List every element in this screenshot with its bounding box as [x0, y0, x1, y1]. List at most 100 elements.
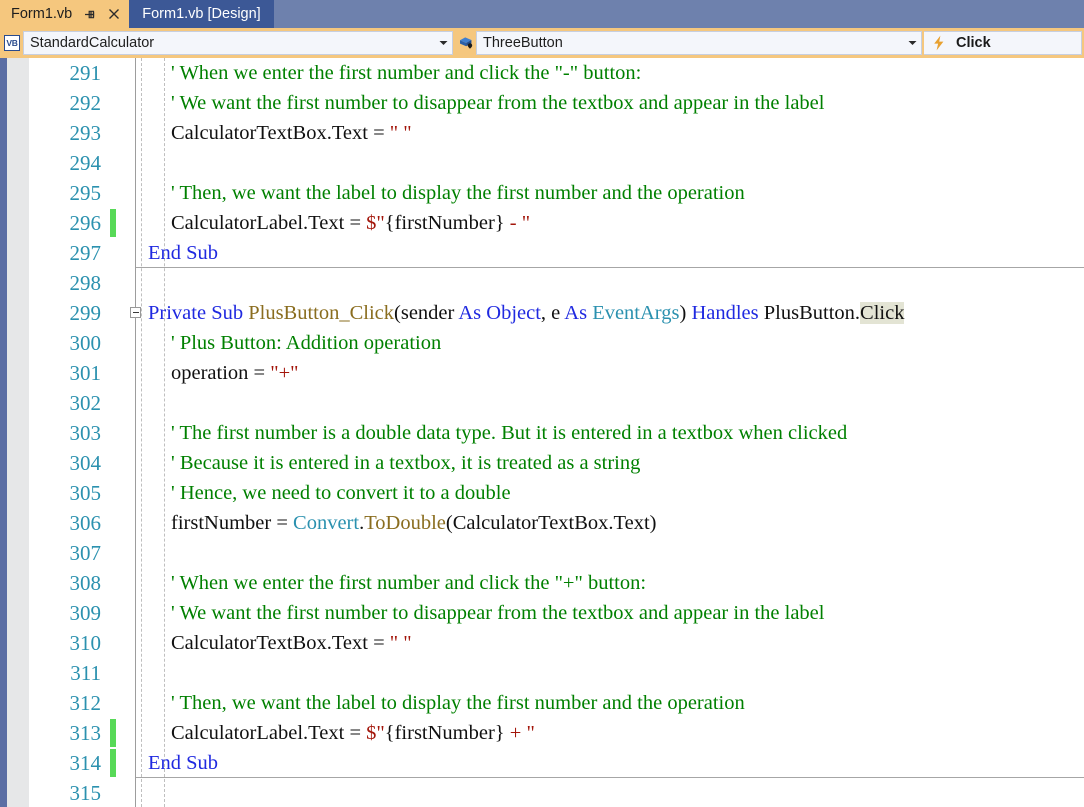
code-line[interactable]: 302	[0, 388, 1084, 418]
code-line[interactable]: 292 ' We want the first number to disappe…	[0, 88, 1084, 118]
code-line-text: ' Because it is entered in a textbox, it…	[171, 448, 640, 478]
code-line[interactable]: 291 ' When we enter the first number and …	[0, 58, 1084, 88]
code-line[interactable]: 295 ' Then, we want the label to display …	[0, 178, 1084, 208]
event-dropdown[interactable]: Click	[924, 31, 1082, 55]
code-line[interactable]: 308 ' When we enter the first number and …	[0, 568, 1084, 598]
code-token: CalculatorLabel.Text	[171, 212, 350, 234]
code-line-list: 291 ' When we enter the first number and …	[0, 58, 1084, 807]
code-token: ' We want the first number to disappear …	[171, 602, 825, 624]
line-number: 294	[69, 151, 102, 175]
member-dropdown-value: ThreeButton	[483, 35, 563, 51]
code-line-text: End Sub	[148, 748, 218, 778]
code-token: " "	[389, 122, 412, 144]
member-dropdown[interactable]: ThreeButton	[476, 31, 922, 55]
line-number: 306	[69, 511, 102, 535]
code-line[interactable]: 298	[0, 268, 1084, 298]
line-number: 302	[69, 391, 102, 415]
change-indicator-bar	[110, 209, 116, 237]
code-line[interactable]: 294	[0, 148, 1084, 178]
code-line-text: CalculatorTextBox.Text = " "	[171, 628, 412, 658]
line-number: 293	[69, 121, 102, 145]
code-token: =	[349, 212, 367, 234]
line-number: 304	[69, 451, 102, 475]
close-icon[interactable]	[107, 7, 120, 21]
chevron-down-icon[interactable]	[903, 32, 921, 54]
code-line-text: ' Then, we want the label to display the…	[171, 688, 745, 718]
code-token: =	[276, 512, 294, 534]
code-line[interactable]: 315	[0, 778, 1084, 807]
code-token: PlusButton.	[763, 302, 861, 324]
code-line[interactable]: 293 CalculatorTextBox.Text = " "	[0, 118, 1084, 148]
code-token: ' When we enter the first number and cli…	[171, 62, 642, 84]
code-line[interactable]: 296 CalculatorLabel.Text = $"{firstNumber…	[0, 208, 1084, 238]
event-dropdown-value: Click	[956, 35, 991, 51]
line-number: 292	[69, 91, 102, 115]
code-line[interactable]: 305 ' Hence, we need to convert it to a d…	[0, 478, 1084, 508]
code-line[interactable]: 307	[0, 538, 1084, 568]
code-token: (sender	[394, 302, 459, 324]
code-token: CalculatorLabel.Text	[171, 722, 350, 744]
code-line-text: ' Hence, we need to convert it to a doub…	[171, 478, 511, 508]
code-token: - "	[504, 212, 531, 234]
code-token: ' When we enter the first number and cli…	[171, 572, 647, 594]
code-token: =	[349, 722, 367, 744]
code-editor-surface[interactable]: 291 ' When we enter the first number and …	[0, 58, 1084, 807]
code-navigation-bar: VB StandardCalculator ThreeButton Click	[0, 28, 1084, 58]
code-line-text: ' The first number is a double data type…	[171, 418, 847, 448]
code-token: ' Hence, we need to convert it to a doub…	[171, 482, 511, 504]
change-indicator-bar	[110, 749, 116, 777]
code-line-text: CalculatorLabel.Text = $"{firstNumber} -…	[171, 208, 530, 238]
code-line[interactable]: 310 CalculatorTextBox.Text = " "	[0, 628, 1084, 658]
line-number: 295	[69, 181, 102, 205]
code-line[interactable]: 309 ' We want the first number to disappe…	[0, 598, 1084, 628]
code-token: ' Then, we want the label to display the…	[171, 692, 745, 714]
code-line[interactable]: 300 ' Plus Button: Addition operation	[0, 328, 1084, 358]
code-token: Click	[860, 302, 905, 324]
code-token: As	[564, 302, 593, 324]
code-line-text: ' We want the first number to disappear …	[171, 88, 824, 118]
code-token: )	[679, 302, 692, 324]
line-number: 301	[69, 361, 102, 385]
code-line[interactable]: 314 End Sub	[0, 748, 1084, 778]
line-number: 312	[69, 691, 102, 715]
code-line[interactable]: 299 Private Sub PlusButton_Click(sender A…	[0, 298, 1084, 328]
code-token: =	[373, 632, 390, 654]
code-token: {firstNumber}	[384, 212, 505, 234]
code-token: operation	[171, 362, 254, 384]
pin-icon[interactable]	[83, 7, 96, 21]
type-dropdown[interactable]: StandardCalculator	[23, 31, 453, 55]
code-line[interactable]: 311	[0, 658, 1084, 688]
code-token: CalculatorTextBox.Text	[171, 122, 374, 144]
tab-form1-vb[interactable]: Form1.vb	[0, 0, 130, 28]
code-line[interactable]: 297 End Sub	[0, 238, 1084, 268]
code-token: firstNumber	[171, 512, 277, 534]
line-number: 297	[69, 241, 102, 265]
code-token: EventArgs	[592, 302, 680, 324]
code-line-text: Private Sub PlusButton_Click(sender As O…	[148, 298, 905, 328]
code-line[interactable]: 312 ' Then, we want the label to display …	[0, 688, 1084, 718]
line-number: 307	[69, 541, 102, 565]
visual-studio-editor-window: Form1.vb Form1.vb [Design] VB StandardCa…	[0, 0, 1084, 807]
collapse-region-icon[interactable]	[130, 307, 141, 318]
line-number: 311	[70, 661, 101, 685]
code-line-text: End Sub	[148, 238, 218, 268]
line-number: 310	[69, 631, 102, 655]
code-line[interactable]: 306 firstNumber = Convert.ToDouble(Calcul…	[0, 508, 1084, 538]
code-line-text: ' Then, we want the label to display the…	[171, 178, 745, 208]
tab-form1-vb-design[interactable]: Form1.vb [Design]	[129, 0, 274, 28]
code-token: CalculatorTextBox.Text	[171, 632, 374, 654]
tab-label: Form1.vb	[11, 6, 73, 22]
code-line[interactable]: 313 CalculatorLabel.Text = $"{firstNumber…	[0, 718, 1084, 748]
code-line-text: firstNumber = Convert.ToDouble(Calculato…	[171, 508, 657, 538]
code-line[interactable]: 301 operation = "+"	[0, 358, 1084, 388]
line-number: 309	[69, 601, 102, 625]
chevron-down-icon[interactable]	[434, 32, 452, 54]
code-line[interactable]: 303 ' The first number is a double data t…	[0, 418, 1084, 448]
line-number: 315	[69, 781, 102, 805]
line-number: 296	[69, 211, 102, 235]
code-token: "+"	[270, 362, 299, 384]
code-token: ' Because it is entered in a textbox, it…	[171, 452, 641, 474]
line-number: 291	[69, 61, 102, 85]
code-line-text: operation = "+"	[171, 358, 299, 388]
code-line[interactable]: 304 ' Because it is entered in a textbox,…	[0, 448, 1084, 478]
